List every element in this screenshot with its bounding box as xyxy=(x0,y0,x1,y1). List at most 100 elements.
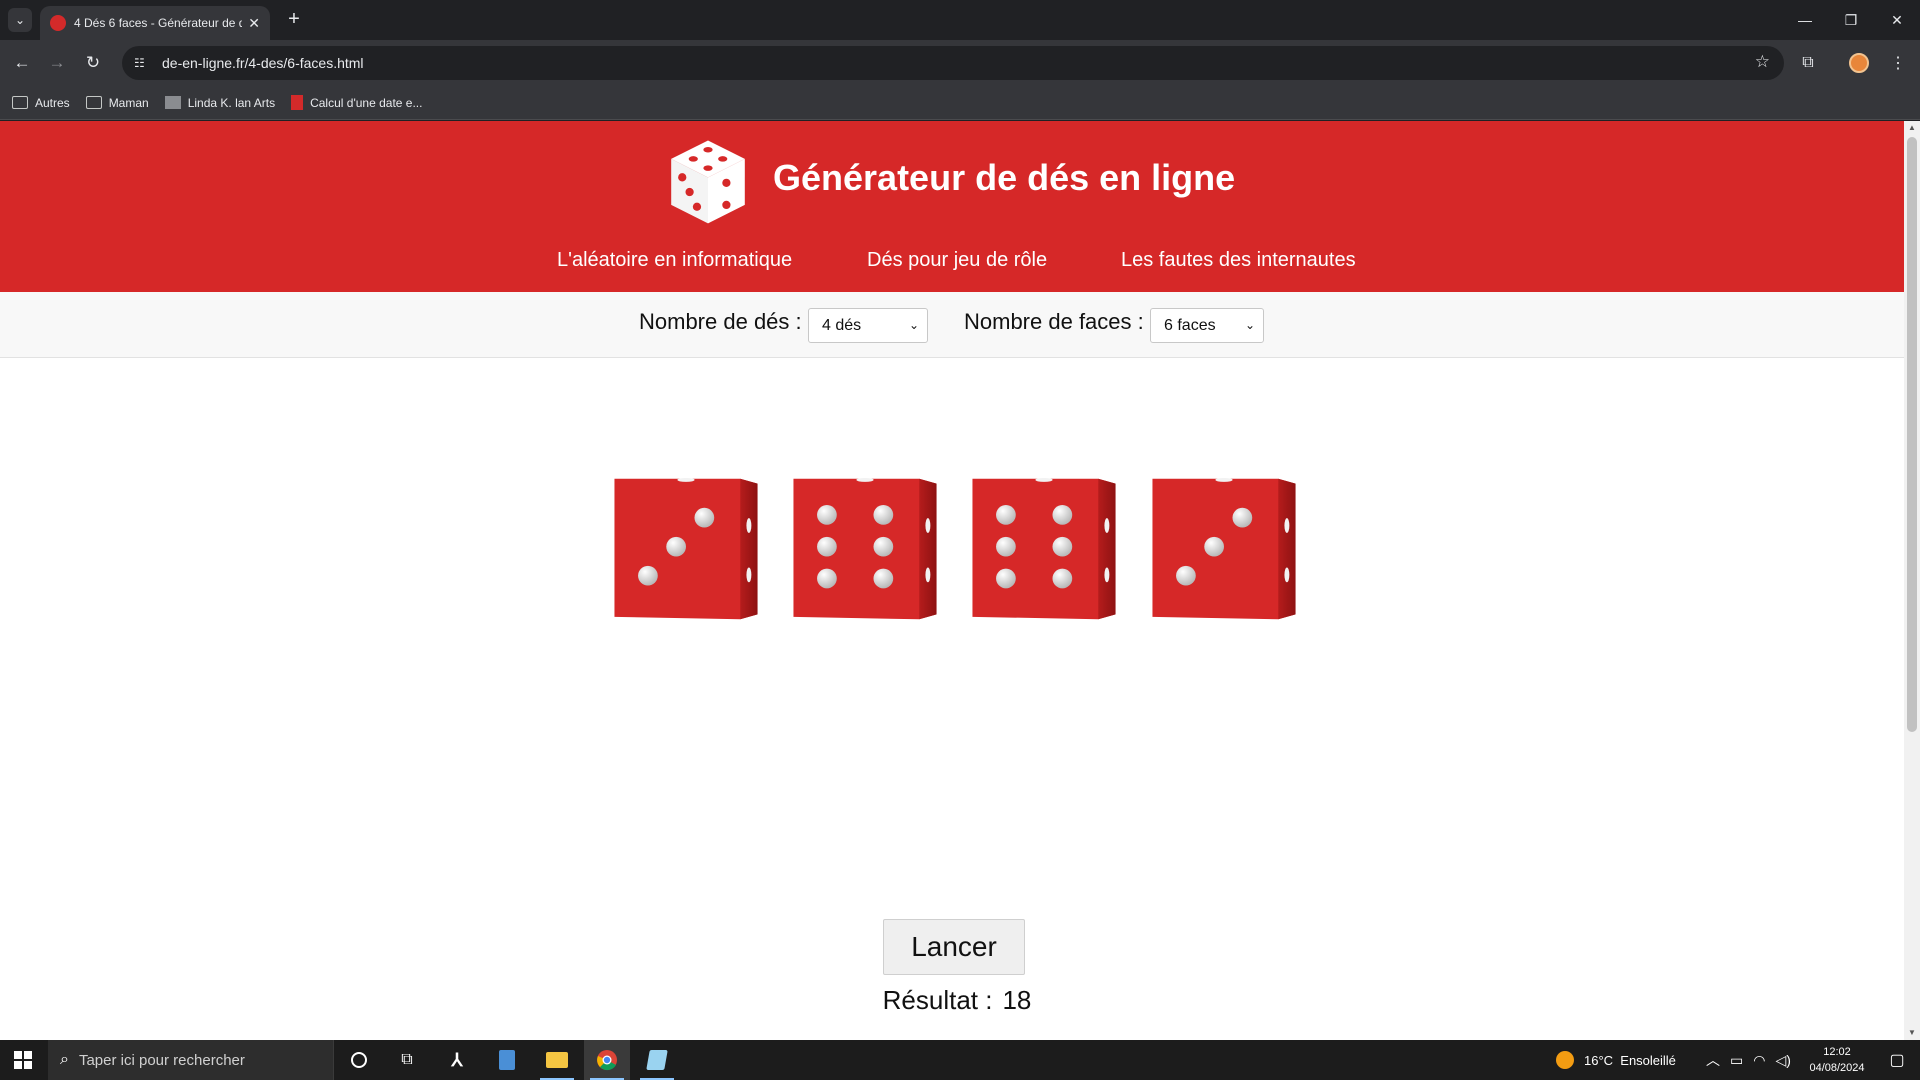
taskbar-search[interactable]: ⌕ Taper ici pour rechercher xyxy=(48,1040,334,1080)
scrollbar-thumb[interactable] xyxy=(1907,137,1917,732)
tab-search-button[interactable]: ⌄ xyxy=(8,8,32,32)
site-title[interactable]: Générateur de dés en ligne xyxy=(773,157,1235,199)
taskbar-app-calculator[interactable] xyxy=(484,1040,530,1080)
forward-button[interactable]: → xyxy=(43,49,71,77)
clock-date: 04/08/2024 xyxy=(1809,1062,1865,1074)
tray-icons[interactable]: ︿ ▭ ◠ ◁) xyxy=(1706,1040,1791,1080)
notifications-button[interactable]: ▢ xyxy=(1874,1040,1920,1080)
die-4 xyxy=(1152,477,1296,620)
search-icon: ⌕ xyxy=(60,1051,69,1068)
task-view-icon: ⧉ xyxy=(401,1051,413,1068)
result-text: Résultat : 18 xyxy=(0,985,1904,1016)
reload-icon: ↻ xyxy=(85,53,101,72)
die-side-pip xyxy=(746,567,752,583)
profile-button[interactable] xyxy=(1845,49,1873,77)
dice-count-select[interactable]: 4 dés ⌄ xyxy=(808,308,928,343)
die-pip xyxy=(666,536,686,557)
back-button[interactable]: ← xyxy=(8,49,36,77)
die-side-pip xyxy=(1284,518,1290,533)
page-scrollbar[interactable]: ▲ ▼ xyxy=(1904,121,1920,1040)
die-body xyxy=(614,478,758,620)
browser-toolbar: ← → ↻ ☷ de-en-ligne.fr/4-des/6-faces.htm… xyxy=(0,40,1920,86)
minimize-button[interactable]: — xyxy=(1782,0,1828,40)
die-side xyxy=(740,478,758,620)
site-settings-icon[interactable]: ☷ xyxy=(134,56,152,70)
faces-count-select[interactable]: 6 faces ⌄ xyxy=(1150,308,1264,343)
die-side-pip xyxy=(1104,518,1110,533)
die-pip xyxy=(817,536,837,557)
site-header: Générateur de dés en ligne L'aléatoire e… xyxy=(0,121,1904,292)
nav-link-jeu-de-role[interactable]: Dés pour jeu de rôle xyxy=(867,249,1047,272)
bookmarks-bar: Autres Maman Linda K. lan Arts Calcul d'… xyxy=(0,86,1920,120)
bookmark-label: Linda K. lan Arts xyxy=(187,95,276,110)
bookmark-maman[interactable]: Maman xyxy=(85,96,149,110)
die-side-pip xyxy=(925,567,931,583)
extensions-button[interactable]: ⧉ xyxy=(1794,49,1822,77)
battery-icon[interactable]: ▭ xyxy=(1730,1052,1743,1069)
scroll-down-arrow-icon[interactable]: ▼ xyxy=(1904,1026,1920,1040)
faces-count-value: 6 faces xyxy=(1164,317,1216,334)
cortana-circle-icon xyxy=(351,1052,367,1068)
roll-button[interactable]: Lancer xyxy=(883,919,1025,975)
browser-tabstrip: ⌄ 4 Dés 6 faces - Générateur de dés en l… xyxy=(0,0,1920,40)
chevron-up-icon[interactable]: ︿ xyxy=(1706,1050,1720,1070)
weather-widget[interactable]: 16°C Ensoleillé xyxy=(1556,1040,1676,1080)
windows-logo-icon xyxy=(14,1051,32,1069)
result-label: Résultat : xyxy=(882,985,993,1015)
die-body xyxy=(972,478,1116,620)
taskbar-app-acrobat[interactable]: ⅄ xyxy=(434,1040,480,1080)
die-side-pip xyxy=(925,518,931,533)
die-side xyxy=(1278,478,1296,620)
taskbar-app-explorer[interactable] xyxy=(534,1040,580,1080)
calculator-icon xyxy=(499,1050,515,1070)
reload-button[interactable]: ↻ xyxy=(79,49,107,77)
menu-button[interactable]: ⋮ xyxy=(1884,49,1912,77)
dice-favicon-icon xyxy=(50,15,66,31)
avatar xyxy=(1849,53,1869,73)
die-side-pip xyxy=(746,518,752,533)
bookmark-favicon-icon xyxy=(291,95,304,110)
die-top-pip xyxy=(1215,477,1233,482)
bookmark-star-icon[interactable]: ☆ xyxy=(1755,52,1770,72)
sun-icon xyxy=(1556,1051,1574,1069)
die-pip xyxy=(694,507,715,528)
page-viewport: Générateur de dés en ligne L'aléatoire e… xyxy=(0,121,1920,1040)
die-pip xyxy=(817,505,837,525)
bookmark-autres[interactable]: Autres xyxy=(12,96,70,110)
die-side-pip xyxy=(1104,567,1110,583)
address-bar[interactable]: ☷ de-en-ligne.fr/4-des/6-faces.html ☆ xyxy=(122,46,1784,80)
bookmark-linda[interactable]: Linda K. lan Arts xyxy=(164,95,276,110)
nav-link-aleatoire[interactable]: L'aléatoire en informatique xyxy=(557,249,792,272)
acrobat-icon: ⅄ xyxy=(451,1049,463,1070)
chevron-down-icon: ⌄ xyxy=(14,13,26,27)
die-1 xyxy=(614,477,758,620)
wifi-icon[interactable]: ◠ xyxy=(1753,1052,1765,1069)
window-close-button[interactable]: ✕ xyxy=(1874,0,1920,40)
new-tab-button[interactable]: + xyxy=(282,8,306,32)
close-icon[interactable]: ✕ xyxy=(248,15,260,32)
die-top-pip xyxy=(1035,477,1053,482)
die-pip xyxy=(996,505,1016,525)
dice-logo-icon[interactable] xyxy=(662,135,754,227)
taskbar-app-notes[interactable] xyxy=(634,1040,680,1080)
dice-count-label: Nombre de dés : xyxy=(639,309,802,334)
active-tab[interactable]: 4 Dés 6 faces - Générateur de dés en lig… xyxy=(40,6,270,40)
folder-icon xyxy=(12,96,28,109)
die-pip xyxy=(817,568,837,589)
taskbar-clock[interactable]: 12:02 04/08/2024 xyxy=(1802,1044,1872,1076)
start-button[interactable] xyxy=(0,1040,46,1080)
task-view-button[interactable]: ⧉ xyxy=(384,1040,430,1080)
die-pip xyxy=(1204,536,1224,557)
puzzle-icon: ⧉ xyxy=(1802,54,1814,71)
chevron-down-icon: ⌄ xyxy=(1244,318,1255,332)
die-3 xyxy=(972,477,1116,620)
cortana-button[interactable] xyxy=(336,1040,382,1080)
scroll-up-arrow-icon[interactable]: ▲ xyxy=(1904,121,1920,135)
restore-button[interactable]: ❐ xyxy=(1828,0,1874,40)
volume-icon[interactable]: ◁) xyxy=(1775,1052,1790,1069)
bookmark-calcul-date[interactable]: Calcul d'une date e... xyxy=(291,95,422,110)
nav-link-fautes[interactable]: Les fautes des internautes xyxy=(1121,249,1356,272)
die-side xyxy=(919,478,937,620)
taskbar-app-chrome[interactable] xyxy=(584,1040,630,1080)
chevron-down-icon: ⌄ xyxy=(908,318,919,332)
